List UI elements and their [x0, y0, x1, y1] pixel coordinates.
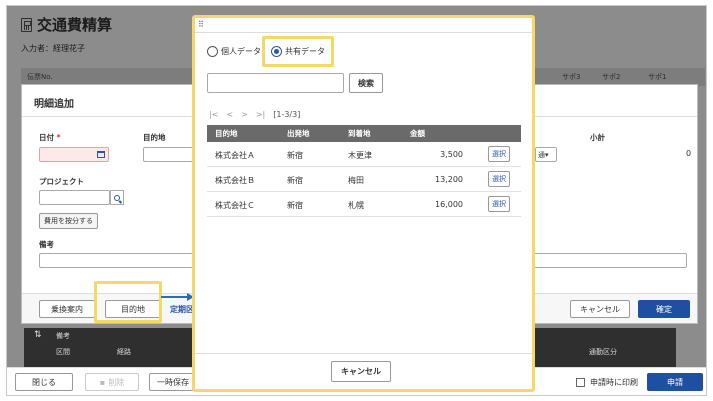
route-commute-header: 通勤区分 — [589, 348, 617, 356]
split-cost-button[interactable]: 費用を按分する — [39, 213, 98, 229]
cell-to: 札幌 — [348, 201, 364, 210]
select-button[interactable]: 選択 — [488, 146, 510, 162]
cell-to: 梅田 — [348, 176, 364, 185]
destination-button[interactable]: 目的地 — [105, 300, 161, 318]
print-checkbox-label: 申請時に印刷 — [590, 378, 638, 387]
table-row: 株式会社Ａ 新宿 木更津 3,500 選択 — [207, 142, 521, 167]
subtotal-label: 小計 — [590, 133, 605, 142]
col-to[interactable]: 到着地 — [348, 128, 371, 139]
destination-input[interactable] — [143, 147, 195, 162]
next-page-icon[interactable]: > — [241, 110, 248, 119]
picker-footer: キャンセル — [195, 353, 532, 389]
search-input[interactable] — [207, 73, 344, 93]
picker-cancel-button[interactable]: キャンセル — [331, 361, 391, 382]
cell-from: 新宿 — [287, 176, 303, 185]
prev-page-icon[interactable]: < — [226, 110, 233, 119]
page-count: [1-3/3] — [273, 110, 301, 119]
col-amount[interactable]: 金額 — [410, 128, 425, 139]
select-button[interactable]: 選択 — [488, 171, 510, 187]
last-page-icon[interactable]: >| — [256, 110, 265, 119]
project-search-button[interactable] — [110, 190, 124, 205]
delete-button[interactable]: ▪ 削除 — [85, 373, 139, 391]
cell-amount: 16,000 — [435, 200, 463, 209]
destination-picker-dialog: ⠿ 個人データ 共有データ 検索 |< < > >| [1-3/3] 目的地 出… — [192, 15, 535, 392]
grid-header: 目的地 出発地 到着地 金額 — [207, 125, 521, 142]
dialog-cancel-button[interactable]: キャンセル — [570, 300, 630, 318]
date-label: 日付 * — [39, 133, 61, 142]
dialog-title: 明細追加 — [34, 99, 74, 110]
table-row: 株式会社Ｂ 新宿 梅田 13,200 選択 — [207, 167, 521, 192]
drag-handle-icon[interactable]: ⠿ — [198, 20, 204, 29]
cell-destination: 株式会社Ａ — [215, 151, 255, 160]
print-checkbox[interactable] — [576, 378, 585, 387]
chevron-down-icon: ▾ — [545, 151, 549, 159]
arrow-icon — [161, 293, 194, 301]
cell-amount: 3,500 — [440, 150, 463, 159]
confirm-button[interactable]: 確定 — [638, 300, 690, 318]
trash-icon: ▪ — [99, 377, 106, 387]
col-from[interactable]: 出発地 — [287, 128, 310, 139]
search-icon — [114, 194, 120, 201]
regular-pass-link[interactable]: 定期区 — [170, 304, 194, 315]
project-input[interactable] — [39, 190, 110, 205]
cell-amount: 13,200 — [435, 175, 463, 184]
cell-from: 新宿 — [287, 201, 303, 210]
date-input[interactable] — [39, 147, 109, 162]
subtotal-value: 0 — [686, 149, 692, 158]
transfer-guide-button[interactable]: 乗換案内 — [39, 300, 95, 318]
radio-shared-data[interactable]: 共有データ — [271, 46, 325, 57]
radio-selected-icon[interactable] — [271, 46, 282, 57]
divider — [195, 32, 532, 33]
required-mark: * — [56, 133, 61, 142]
pager: |< < > >| [1-3/3] — [209, 110, 300, 119]
project-label: プロジェクト — [39, 177, 84, 186]
radio-circle-icon[interactable] — [207, 46, 218, 57]
radio-personal-data[interactable]: 個人データ — [207, 46, 261, 57]
route-section-header: 区間 — [56, 348, 70, 356]
cell-from: 新宿 — [287, 151, 303, 160]
destination-label: 目的地 — [143, 133, 166, 142]
search-button[interactable]: 検索 — [349, 73, 383, 93]
cell-destination: 株式会社Ｃ — [215, 201, 255, 210]
col-destination[interactable]: 目的地 — [215, 128, 238, 139]
route-remarks-header: 備考 — [56, 332, 70, 340]
temp-save-button[interactable]: 一時保存 — [149, 373, 197, 391]
cell-to: 木更津 — [348, 151, 372, 160]
cell-destination: 株式会社Ｂ — [215, 176, 255, 185]
calendar-icon[interactable] — [97, 151, 105, 158]
route-route-header: 経路 — [117, 348, 131, 356]
sort-icon[interactable]: ⇅ — [34, 330, 42, 340]
first-page-icon[interactable]: |< — [209, 110, 218, 119]
close-button[interactable]: 閉じる — [15, 373, 73, 391]
commute-select[interactable]: 通▾ — [535, 147, 557, 162]
remarks-label: 備考 — [39, 240, 54, 249]
apply-button[interactable]: 申請 — [647, 373, 703, 391]
table-row: 株式会社Ｃ 新宿 札幌 16,000 選択 — [207, 192, 521, 217]
select-button[interactable]: 選択 — [488, 196, 510, 212]
